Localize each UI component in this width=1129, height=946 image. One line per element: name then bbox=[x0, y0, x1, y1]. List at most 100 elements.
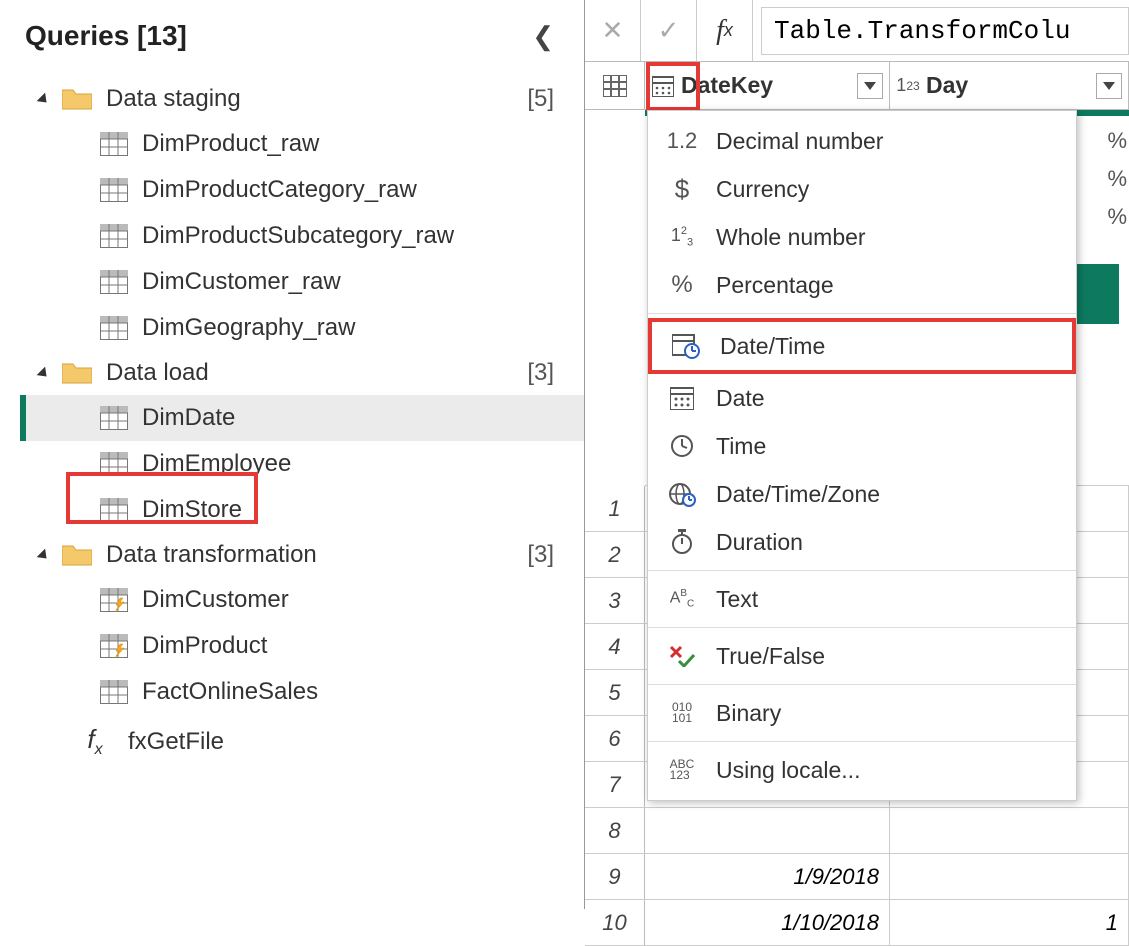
folder-icon bbox=[62, 361, 92, 385]
table-row[interactable]: 101/10/20181 bbox=[585, 900, 1129, 946]
type-icon: ABC123 bbox=[664, 756, 700, 784]
query-dimemployee[interactable]: DimEmployee bbox=[25, 441, 584, 487]
type-label: Decimal number bbox=[716, 128, 883, 155]
type-option-decimal-number[interactable]: 1.2 Decimal number bbox=[648, 117, 1076, 165]
query-dimproduct[interactable]: DimProduct bbox=[25, 623, 584, 669]
row-number: 8 bbox=[585, 808, 645, 853]
query-dimproductcategory_raw[interactable]: DimProductCategory_raw bbox=[25, 167, 584, 213]
type-option-true-false[interactable]: True/False bbox=[648, 632, 1076, 680]
menu-separator bbox=[648, 684, 1076, 685]
column-header-day[interactable]: 123 Day bbox=[890, 62, 1129, 109]
type-label: Date/Time/Zone bbox=[716, 481, 880, 508]
editor-panel: ✕ ✓ fx DateKey 123 Day bbox=[585, 0, 1129, 909]
row-number: 4 bbox=[585, 624, 645, 669]
type-label: Date bbox=[716, 385, 765, 412]
date-type-icon[interactable] bbox=[651, 74, 675, 98]
query-fxgetfile[interactable]: fxfxGetFile bbox=[25, 715, 584, 768]
query-label: DimEmployee bbox=[142, 450, 291, 478]
table-icon bbox=[100, 132, 128, 156]
table-icon bbox=[603, 75, 627, 97]
row-number: 7 bbox=[585, 762, 645, 807]
menu-separator bbox=[648, 741, 1076, 742]
type-label: Whole number bbox=[716, 224, 866, 251]
folder-label: Data staging bbox=[106, 85, 241, 113]
table-row[interactable]: 91/9/2018 bbox=[585, 854, 1129, 900]
queries-title: Queries [13] bbox=[25, 20, 187, 52]
folder-label: Data transformation bbox=[106, 541, 317, 569]
query-factonlinesales[interactable]: FactOnlineSales bbox=[25, 669, 584, 715]
whole-number-type-icon[interactable]: 123 bbox=[896, 74, 920, 98]
folder-data-transformation[interactable]: Data transformation[3] bbox=[25, 533, 584, 577]
table-icon bbox=[100, 634, 128, 658]
table-icon bbox=[100, 406, 128, 430]
folder-icon bbox=[62, 543, 92, 567]
type-label: Time bbox=[716, 433, 766, 460]
query-dimstore[interactable]: DimStore bbox=[25, 487, 584, 533]
type-label: Duration bbox=[716, 529, 803, 556]
query-dimcustomer[interactable]: DimCustomer bbox=[25, 577, 584, 623]
query-label: DimDate bbox=[142, 404, 235, 432]
cell-day[interactable]: 1 bbox=[890, 900, 1129, 945]
grid-header: DateKey 123 Day bbox=[585, 62, 1129, 110]
type-option-date-time-zone[interactable]: Date/Time/Zone bbox=[648, 470, 1076, 518]
type-icon: 1.2 bbox=[664, 127, 700, 155]
cell-datekey[interactable] bbox=[645, 808, 890, 853]
type-option-whole-number[interactable]: 123 Whole number bbox=[648, 213, 1076, 261]
row-number: 2 bbox=[585, 532, 645, 577]
type-icon: 123 bbox=[664, 223, 700, 251]
row-number: 3 bbox=[585, 578, 645, 623]
menu-separator bbox=[648, 313, 1076, 314]
table-row[interactable]: 8 bbox=[585, 808, 1129, 854]
cell-datekey[interactable]: 1/9/2018 bbox=[645, 854, 890, 899]
column-header-datekey[interactable]: DateKey bbox=[645, 62, 890, 109]
column-filter-dropdown[interactable] bbox=[1096, 73, 1122, 99]
table-icon bbox=[100, 270, 128, 294]
row-number: 10 bbox=[585, 900, 645, 945]
formula-bar: ✕ ✓ fx bbox=[585, 0, 1129, 62]
column-filter-dropdown[interactable] bbox=[857, 73, 883, 99]
type-option-text[interactable]: ABCText bbox=[648, 575, 1076, 623]
queries-panel: Queries [13] ❮ Data staging[5] DimProduct… bbox=[0, 0, 585, 909]
query-label: fxGetFile bbox=[128, 728, 224, 756]
type-option-binary[interactable]: 010101Binary bbox=[648, 689, 1076, 737]
type-option-time[interactable]: Time bbox=[648, 422, 1076, 470]
data-type-menu: 1.2 Decimal number $Currency 123 Whole numbe… bbox=[647, 110, 1077, 801]
folder-icon bbox=[62, 87, 92, 111]
table-icon bbox=[100, 316, 128, 340]
commit-formula-button[interactable]: ✓ bbox=[641, 0, 697, 61]
table-icon bbox=[100, 680, 128, 704]
folder-data-load[interactable]: Data load[3] bbox=[25, 351, 584, 395]
type-option-percentage[interactable]: %Percentage bbox=[648, 261, 1076, 309]
cell-day[interactable] bbox=[890, 808, 1129, 853]
type-label: Date/Time bbox=[720, 333, 825, 360]
query-label: DimProduct_raw bbox=[142, 130, 319, 158]
collapse-panel-button[interactable]: ❮ bbox=[532, 21, 554, 52]
menu-separator bbox=[648, 627, 1076, 628]
cell-day[interactable] bbox=[890, 854, 1129, 899]
query-dimcustomer_raw[interactable]: DimCustomer_raw bbox=[25, 259, 584, 305]
type-icon: $ bbox=[664, 175, 700, 203]
type-icon: ABC bbox=[664, 585, 700, 613]
cell-datekey[interactable]: 1/10/2018 bbox=[645, 900, 890, 945]
type-option-currency[interactable]: $Currency bbox=[648, 165, 1076, 213]
type-icon bbox=[664, 480, 700, 508]
select-all-cell[interactable] bbox=[585, 62, 645, 109]
type-option-date-time[interactable]: Date/Time bbox=[648, 318, 1076, 374]
type-option-using-locale-[interactable]: ABC123Using locale... bbox=[648, 746, 1076, 794]
query-dimproduct_raw[interactable]: DimProduct_raw bbox=[25, 121, 584, 167]
type-icon bbox=[664, 642, 700, 670]
formula-input[interactable] bbox=[761, 7, 1129, 55]
type-option-duration[interactable]: Duration bbox=[648, 518, 1076, 566]
type-option-date[interactable]: Date bbox=[648, 374, 1076, 422]
folder-data-staging[interactable]: Data staging[5] bbox=[25, 77, 584, 121]
query-dimproductsubcategory_raw[interactable]: DimProductSubcategory_raw bbox=[25, 213, 584, 259]
table-icon bbox=[100, 178, 128, 202]
folder-label: Data load bbox=[106, 359, 209, 387]
query-dimgeography_raw[interactable]: DimGeography_raw bbox=[25, 305, 584, 351]
table-icon bbox=[100, 452, 128, 476]
query-dimdate[interactable]: DimDate bbox=[25, 395, 584, 441]
expand-caret-icon bbox=[37, 93, 51, 107]
expand-caret-icon bbox=[37, 549, 51, 563]
cancel-formula-button[interactable]: ✕ bbox=[585, 0, 641, 61]
query-label: DimProduct bbox=[142, 632, 267, 660]
